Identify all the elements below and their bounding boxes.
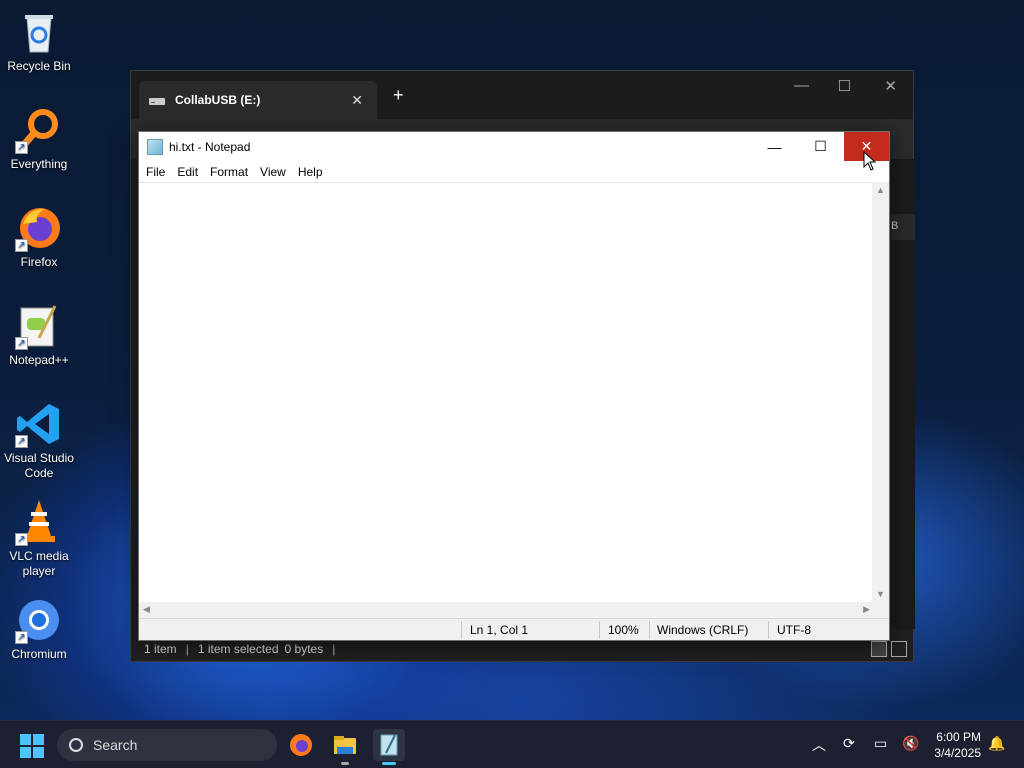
clock-time: 6:00 PM	[936, 730, 981, 744]
status-separator: |	[332, 642, 336, 656]
vlc-cone-icon: ↗	[15, 498, 63, 546]
notepad-icon	[380, 734, 398, 756]
desktop-icon-recycle-bin[interactable]: Recycle Bin	[0, 8, 78, 74]
menu-file[interactable]: File	[146, 165, 173, 179]
firefox-icon: ↗	[15, 204, 63, 252]
close-tab-icon[interactable]: ✕	[351, 92, 363, 109]
minimize-button[interactable]: —	[752, 132, 797, 161]
status-selected-count: 1 item selected	[197, 642, 279, 656]
cursor-position: Ln 1, Col 1	[470, 623, 529, 637]
clock-date: 3/4/2025	[934, 746, 981, 760]
window-title: hi.txt - Notepad	[169, 140, 251, 154]
menu-edit[interactable]: Edit	[177, 165, 206, 179]
vertical-scrollbar[interactable]: ▲ ▼	[872, 182, 889, 602]
desktop-icon-label: Firefox	[20, 255, 58, 269]
maximize-button[interactable]: ☐	[798, 132, 843, 161]
desktop-icon-vscode[interactable]: ↗ Visual Studio Code	[0, 400, 78, 481]
chromium-icon: ↗	[15, 596, 63, 644]
sync-status-icon[interactable]: ⟳	[843, 735, 855, 752]
desktop-icon-label: Visual Studio Code	[4, 451, 74, 480]
menu-bar: File Edit Format View Help	[139, 162, 889, 182]
explorer-minimize-button[interactable]: —	[794, 77, 809, 94]
status-divider	[649, 621, 650, 639]
shortcut-arrow-icon: ↗	[15, 337, 28, 350]
desktop-icon-notepad-plus-plus[interactable]: ↗ Notepad++	[0, 302, 78, 368]
desktop-icon-everything[interactable]: ↗ Everything	[0, 106, 78, 172]
line-endings: Windows (CRLF)	[657, 623, 749, 637]
new-tab-button[interactable]: +	[393, 85, 404, 106]
zoom-level: 100%	[608, 623, 639, 637]
scroll-right-arrow-icon[interactable]: ▶	[863, 604, 870, 615]
folder-icon	[334, 736, 356, 754]
encoding: UTF-8	[777, 623, 811, 637]
vscode-icon: ↗	[15, 400, 63, 448]
horizontal-scrollbar[interactable]: ◀ ▶	[139, 602, 874, 619]
status-divider	[461, 621, 462, 639]
explorer-close-button[interactable]: ✕	[884, 77, 897, 95]
status-divider	[599, 621, 600, 639]
notepad-plus-plus-icon: ↗	[15, 302, 63, 350]
system-clock[interactable]: 6:00 PM 3/4/2025	[934, 729, 981, 761]
menu-format[interactable]: Format	[210, 165, 256, 179]
notification-bell-icon[interactable]: 🔔	[988, 735, 1005, 752]
scroll-left-arrow-icon[interactable]: ◀	[143, 604, 150, 615]
status-divider	[768, 621, 769, 639]
status-separator: |	[185, 642, 189, 656]
network-icon[interactable]: ▭	[874, 735, 887, 752]
running-indicator	[341, 762, 349, 765]
desktop-icon-label: VLC media player	[9, 549, 69, 578]
shortcut-arrow-icon: ↗	[15, 435, 28, 448]
explorer-tab-title: CollabUSB (E:)	[175, 93, 261, 107]
mouse-pointer-icon	[863, 151, 877, 171]
menu-view[interactable]: View	[260, 165, 294, 179]
start-button[interactable]	[20, 734, 44, 758]
taskbar-notepad[interactable]	[373, 729, 405, 765]
taskbar: Search ︿ ⟳ ▭ 🔇 6:00 PM 3/4/2025 🔔	[0, 720, 1024, 768]
windows-logo-icon	[20, 734, 31, 745]
explorer-column-peek: B	[891, 214, 915, 240]
shortcut-arrow-icon: ↗	[15, 141, 28, 154]
desktop-icon-label: Notepad++	[9, 353, 69, 367]
tiles-view-icon[interactable]	[891, 641, 907, 657]
scroll-up-arrow-icon[interactable]: ▲	[876, 185, 885, 195]
active-indicator	[382, 762, 396, 765]
explorer-maximize-button[interactable]: ☐	[838, 77, 851, 95]
notepad-app-icon	[147, 139, 163, 155]
firefox-icon	[290, 734, 312, 756]
status-item-count: 1 item	[144, 642, 177, 656]
recycle-bin-icon	[15, 8, 63, 56]
taskbar-search-box[interactable]: Search	[57, 729, 277, 761]
desktop-icon-chromium[interactable]: ↗ Chromium	[0, 596, 78, 662]
text-editor-area[interactable]	[139, 182, 874, 602]
explorer-details-strip: B	[891, 159, 915, 629]
notepad-window[interactable]: hi.txt - Notepad — ☐ ✕ File Edit Format …	[138, 131, 890, 641]
notepad-status-bar: Ln 1, Col 1 100% Windows (CRLF) UTF-8	[139, 618, 889, 640]
desktop-icon-label: Recycle Bin	[7, 59, 71, 73]
notepad-title-bar[interactable]: hi.txt - Notepad — ☐ ✕	[139, 132, 889, 162]
scrollbar-corner	[872, 602, 889, 619]
show-hidden-icons-chevron-icon[interactable]: ︿	[812, 735, 826, 755]
details-view-icon[interactable]	[871, 641, 887, 657]
scroll-down-arrow-icon[interactable]: ▼	[876, 589, 885, 599]
shortcut-arrow-icon: ↗	[15, 631, 28, 644]
usb-drive-icon	[149, 95, 165, 105]
desktop-icon-label: Everything	[10, 157, 68, 171]
shortcut-arrow-icon: ↗	[15, 239, 28, 252]
everything-search-icon: ↗	[15, 106, 63, 154]
search-placeholder: Search	[93, 737, 138, 753]
desktop-icon-label: Chromium	[11, 647, 67, 661]
taskbar-file-explorer[interactable]	[329, 729, 361, 765]
search-icon	[69, 738, 83, 752]
taskbar-firefox[interactable]	[285, 729, 317, 761]
explorer-tab[interactable]: CollabUSB (E:) ✕	[139, 81, 377, 119]
menu-help[interactable]: Help	[298, 165, 331, 179]
shortcut-arrow-icon: ↗	[15, 533, 28, 546]
volume-muted-icon[interactable]: 🔇	[902, 735, 919, 752]
desktop-icon-vlc[interactable]: ↗ VLC media player	[0, 498, 78, 579]
status-selected-size: 0 bytes	[284, 642, 324, 656]
explorer-tab-bar: CollabUSB (E:) ✕ + — ☐ ✕	[131, 71, 913, 119]
desktop-icon-firefox[interactable]: ↗ Firefox	[0, 204, 78, 270]
